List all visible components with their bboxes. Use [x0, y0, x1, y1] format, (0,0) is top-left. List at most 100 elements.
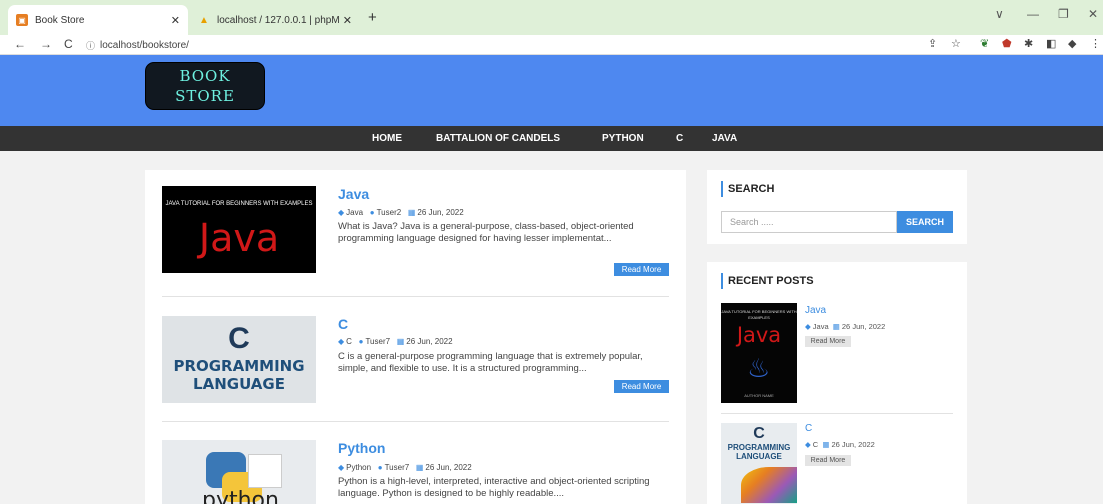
search-button[interactable]: SEARCH [897, 211, 953, 233]
cover-caption: JAVA TUTORIAL FOR BEGINNERS WITH EXAMPLE… [721, 309, 797, 320]
post-author[interactable]: Tuser7 [365, 337, 390, 346]
minimize-button[interactable]: — [1027, 7, 1039, 21]
calendar-icon: ▦ [822, 440, 830, 449]
nav-java[interactable]: JAVA [712, 133, 737, 144]
cover-line-1: PROGRAMMING [173, 357, 305, 375]
extension-leaf-icon[interactable]: ❦ [980, 37, 989, 50]
user-icon: ● [358, 337, 364, 346]
post-date: 26 Jun, 2022 [425, 463, 472, 472]
post-author[interactable]: Tuser2 [377, 208, 402, 217]
cover-line-2: LANGUAGE [736, 452, 782, 461]
post-category[interactable]: Java [346, 208, 363, 217]
post-divider [162, 296, 669, 297]
nav-python[interactable]: PYTHON [602, 133, 644, 144]
c-book-cover-image[interactable]: C PROGRAMMING LANGUAGE [162, 316, 316, 403]
profile-icon[interactable]: ◆ [1068, 37, 1076, 50]
recent-posts-widget: RECENT POSTS JAVA TUTORIAL FOR BEGINNERS… [707, 262, 967, 504]
calendar-icon: ▦ [832, 322, 840, 331]
logo-line-2: STORE [175, 87, 235, 105]
post-date: 26 Jun, 2022 [406, 337, 453, 346]
recent-post-title[interactable]: C [805, 423, 812, 434]
post-title[interactable]: C [338, 316, 348, 332]
user-icon: ● [377, 463, 383, 472]
post-title[interactable]: Python [338, 440, 385, 456]
recent-post-item-java: JAVA TUTORIAL FOR BEGINNERS WITH EXAMPLE… [721, 303, 953, 413]
post-title[interactable]: Java [338, 186, 369, 202]
post-category[interactable]: C [346, 337, 352, 346]
side-panel-icon[interactable]: ◧ [1046, 37, 1056, 50]
url-field[interactable]: ⓘ localhost/bookstore/ [86, 37, 966, 53]
java-book-cover-image[interactable]: JAVA TUTORIAL FOR BEGINNERS WITH EXAMPLE… [721, 303, 797, 403]
site-logo[interactable]: BOOK STORE [145, 62, 265, 110]
close-tab-icon[interactable]: ✕ [171, 14, 180, 27]
new-tab-button[interactable]: + [368, 9, 377, 26]
read-more-button[interactable]: Read More [614, 380, 669, 393]
java-cup-icon: ♨ [747, 353, 771, 383]
share-icon[interactable]: ⇪ [928, 37, 937, 50]
calendar-icon: ▦ [415, 463, 424, 472]
nav-battalion-of-candels[interactable]: BATTALION OF CANDELS [436, 133, 560, 144]
cover-author: AUTHOR NAME [744, 393, 774, 398]
site-info-icon[interactable]: ⓘ [86, 39, 95, 52]
user-icon: ● [369, 208, 375, 217]
read-more-button[interactable]: Read More [805, 336, 851, 347]
tag-icon: ◆ [338, 208, 345, 217]
nav-c[interactable]: C [676, 133, 683, 144]
maximize-button[interactable]: ❐ [1058, 7, 1069, 21]
bookstore-favicon-icon: ▣ [16, 14, 28, 26]
recent-post-date: 26 Jun, 2022 [831, 440, 875, 449]
phpmyadmin-favicon-icon: ▲ [199, 14, 209, 26]
search-widget-title: SEARCH [721, 181, 774, 197]
recent-posts-title: RECENT POSTS [721, 273, 814, 289]
tab-search-chevron-icon[interactable]: ∨ [995, 7, 1004, 21]
tag-icon: ◆ [338, 337, 345, 346]
read-more-button[interactable]: Read More [805, 455, 851, 466]
cover-title: python [202, 488, 279, 504]
post-date: 26 Jun, 2022 [417, 208, 464, 217]
logo-line-1: BOOK [179, 67, 231, 85]
recent-post-category[interactable]: C [813, 440, 818, 449]
python-book-cover-image[interactable]: python [162, 440, 316, 504]
post-item-c: C PROGRAMMING LANGUAGE C ◆ C ● Tuser7 ▦ 26 … [162, 316, 669, 426]
tab-title: localhost / 127.0.0.1 | phpMyAdm [217, 14, 339, 26]
tab-book-store[interactable]: ▣ Book Store ✕ [8, 5, 188, 35]
java-book-cover-image[interactable]: JAVA TUTORIAL FOR BEGINNERS WITH EXAMPLE… [162, 186, 316, 273]
extension-shield-icon[interactable]: ⬟ [1002, 37, 1012, 50]
close-tab-icon[interactable]: ✕ [343, 14, 352, 27]
browser-menu-icon[interactable]: ⋮ [1090, 37, 1101, 50]
browser-tab-strip: ▣ Book Store ✕ ▲ localhost / 127.0.0.1 |… [0, 0, 1103, 35]
post-divider [162, 421, 669, 422]
forward-arrow-icon[interactable]: → [40, 37, 52, 51]
posts-list: JAVA TUTORIAL FOR BEGINNERS WITH EXAMPLE… [145, 170, 686, 504]
post-excerpt: What is Java? Java is a general-purpose,… [338, 221, 634, 244]
cover-page-graphic [248, 454, 282, 488]
cover-line-2: LANGUAGE [193, 375, 285, 393]
read-more-button[interactable]: Read More [614, 263, 669, 276]
post-author[interactable]: Tuser7 [385, 463, 410, 472]
c-book-cover-image[interactable]: C PROGRAMMING LANGUAGE [721, 423, 797, 504]
tag-icon: ◆ [805, 440, 811, 449]
cover-letter: C [228, 322, 250, 355]
post-excerpt: Python is a high-level, interpreted, int… [338, 476, 650, 499]
tab-phpmyadmin[interactable]: ▲ localhost / 127.0.0.1 | phpMyAdm ✕ [190, 5, 360, 35]
post-category[interactable]: Python [346, 463, 371, 472]
nav-home[interactable]: HOME [372, 133, 402, 144]
recent-post-meta: ◆ C ▦ 26 Jun, 2022 [805, 440, 875, 449]
recent-post-title[interactable]: Java [805, 305, 826, 316]
cover-caption: JAVA TUTORIAL FOR BEGINNERS WITH EXAMPLE… [165, 201, 313, 207]
recent-post-meta: ◆ Java ▦ 26 Jun, 2022 [805, 322, 885, 331]
search-input[interactable] [721, 211, 897, 233]
cover-letter: C [753, 425, 765, 442]
post-excerpt: C is a general-purpose programming langu… [338, 351, 643, 374]
site-header: BOOK STORE [0, 55, 1103, 126]
cover-line-1: PROGRAMMING [727, 443, 791, 452]
recent-post-category[interactable]: Java [813, 322, 829, 331]
back-arrow-icon[interactable]: ← [14, 37, 26, 51]
reload-icon[interactable]: C [64, 37, 73, 51]
cover-title: PROGRAMMING LANGUAGE [162, 357, 316, 393]
bookmark-star-icon[interactable]: ☆ [951, 37, 961, 50]
tag-icon: ◆ [338, 463, 345, 472]
extensions-puzzle-icon[interactable]: ✱ [1024, 37, 1033, 50]
close-window-button[interactable]: ✕ [1088, 7, 1098, 21]
cover-title: PROGRAMMING LANGUAGE [721, 443, 797, 461]
